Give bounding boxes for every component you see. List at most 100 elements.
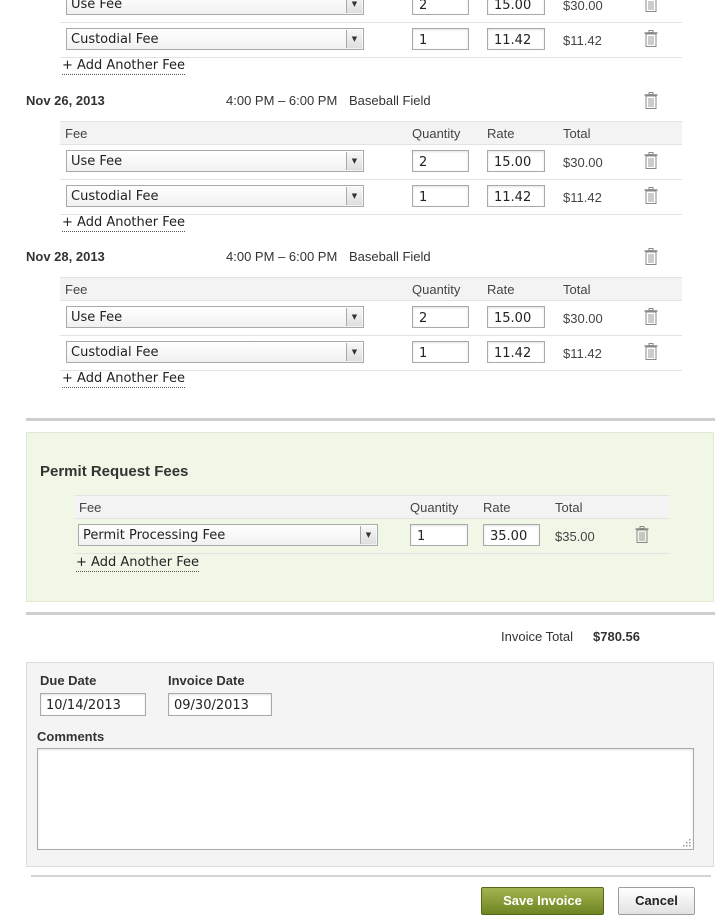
section-divider: [26, 418, 715, 421]
fee-type-select[interactable]: Custodial Fee ▼: [66, 341, 364, 363]
header-fee: Fee: [65, 126, 88, 141]
comments-textarea[interactable]: [37, 748, 694, 850]
add-another-fee-link[interactable]: + Add Another Fee: [62, 215, 185, 232]
chevron-down-icon: ▼: [360, 526, 376, 544]
fee-type-value: Custodial Fee: [71, 189, 159, 204]
quantity-input[interactable]: 2: [412, 150, 469, 172]
invoice-total-value: $780.56: [593, 629, 640, 644]
fee-type-value: Custodial Fee: [71, 345, 159, 360]
quantity-input[interactable]: 1: [410, 524, 468, 546]
fee-row: Use Fee ▼ 2 15.00 $30.00: [60, 145, 682, 180]
trash-icon[interactable]: [644, 308, 658, 325]
invoice-total-label: Invoice Total: [501, 629, 574, 644]
fee-total: $35.00: [555, 529, 595, 544]
fee-row: Custodial Fee ▼ 1 11.42 $11.42: [60, 23, 682, 58]
save-invoice-button[interactable]: Save Invoice: [481, 887, 604, 915]
fee-table-header: Fee Quantity Rate Total: [75, 495, 669, 519]
fee-type-select[interactable]: Permit Processing Fee ▼: [78, 524, 378, 546]
fee-table-header: Fee Quantity Rate Total: [60, 277, 682, 301]
fee-table-booking-3: Fee Quantity Rate Total Use Fee ▼ 2 15.0…: [60, 277, 682, 371]
fee-table-booking-1: Use Fee ▼ 2 15.00 $30.00 Custodial Fee ▼…: [60, 0, 682, 58]
chevron-down-icon: ▼: [346, 0, 362, 13]
fee-total: $30.00: [563, 155, 603, 170]
fee-total: $11.42: [563, 33, 602, 48]
chevron-down-icon: ▼: [346, 343, 362, 361]
fee-total: $30.00: [563, 0, 603, 13]
add-another-fee-link[interactable]: + Add Another Fee: [62, 58, 185, 75]
fee-table-header: Fee Quantity Rate Total: [60, 121, 682, 145]
header-total: Total: [555, 500, 583, 515]
header-quantity: Quantity: [410, 500, 459, 515]
footer-divider: [31, 875, 711, 877]
header-quantity: Quantity: [412, 282, 461, 297]
header-rate: Rate: [487, 126, 515, 141]
quantity-input[interactable]: 1: [412, 28, 469, 50]
fee-row: Permit Processing Fee ▼ 1 35.00 $35.00: [75, 519, 669, 554]
due-date-label: Due Date: [40, 673, 97, 688]
invoice-date-label: Invoice Date: [168, 673, 245, 688]
quantity-input[interactable]: 1: [412, 341, 469, 363]
invoice-date-input[interactable]: 09/30/2013: [168, 693, 272, 716]
trash-icon[interactable]: [635, 526, 649, 543]
header-rate: Rate: [483, 500, 511, 515]
trash-icon[interactable]: [644, 152, 658, 169]
chevron-down-icon: ▼: [346, 187, 362, 205]
add-another-fee-link[interactable]: + Add Another Fee: [76, 555, 199, 572]
trash-icon[interactable]: [644, 187, 658, 204]
header-rate: Rate: [487, 282, 515, 297]
trash-icon[interactable]: [644, 92, 658, 109]
fee-row: Use Fee ▼ 2 15.00 $30.00: [60, 301, 682, 336]
booking-time: 4:00 PM – 6:00 PM: [226, 249, 338, 264]
add-another-fee-link[interactable]: + Add Another Fee: [62, 371, 185, 388]
cancel-button[interactable]: Cancel: [618, 887, 695, 915]
fee-type-value: Use Fee: [71, 310, 123, 325]
fee-type-select[interactable]: Use Fee ▼: [66, 0, 364, 15]
booking-date: Nov 26, 2013: [26, 93, 105, 108]
fee-type-select[interactable]: Custodial Fee ▼: [66, 185, 364, 207]
booking-location: Baseball Field: [349, 93, 431, 108]
fee-type-value: Permit Processing Fee: [83, 528, 226, 543]
chevron-down-icon: ▼: [346, 30, 362, 48]
rate-input[interactable]: 15.00: [487, 0, 545, 15]
rate-input[interactable]: 15.00: [487, 150, 545, 172]
section-divider: [26, 612, 715, 615]
comments-label: Comments: [37, 729, 105, 744]
rate-input[interactable]: 11.42: [487, 28, 545, 50]
resize-grip-icon[interactable]: [681, 837, 691, 847]
trash-icon[interactable]: [644, 30, 658, 47]
header-total: Total: [563, 282, 591, 297]
fee-type-value: Use Fee: [71, 154, 123, 169]
booking-time: 4:00 PM – 6:00 PM: [226, 93, 338, 108]
header-quantity: Quantity: [412, 126, 461, 141]
rate-input[interactable]: 35.00: [483, 524, 540, 546]
quantity-input[interactable]: 2: [412, 306, 469, 328]
quantity-input[interactable]: 2: [412, 0, 469, 15]
permit-fee-table: Fee Quantity Rate Total Permit Processin…: [75, 495, 669, 554]
fee-total: $11.42: [563, 346, 602, 361]
permit-request-fees-panel: Permit Request Fees Fee Quantity Rate To…: [26, 432, 714, 602]
fee-row: Use Fee ▼ 2 15.00 $30.00: [60, 0, 682, 23]
fee-table-booking-2: Fee Quantity Rate Total Use Fee ▼ 2 15.0…: [60, 121, 682, 215]
chevron-down-icon: ▼: [346, 152, 362, 170]
trash-icon[interactable]: [644, 248, 658, 265]
header-fee: Fee: [79, 500, 102, 515]
invoice-details-panel: Due Date 10/14/2013 Invoice Date 09/30/2…: [26, 662, 714, 867]
fee-row: Custodial Fee ▼ 1 11.42 $11.42: [60, 180, 682, 215]
rate-input[interactable]: 11.42: [487, 341, 545, 363]
fee-type-value: Custodial Fee: [71, 32, 159, 47]
fee-total: $30.00: [563, 311, 603, 326]
fee-type-select[interactable]: Use Fee ▼: [66, 306, 364, 328]
fee-type-select[interactable]: Custodial Fee ▼: [66, 28, 364, 50]
rate-input[interactable]: 15.00: [487, 306, 545, 328]
booking-date: Nov 28, 2013: [26, 249, 105, 264]
trash-icon[interactable]: [644, 0, 658, 12]
due-date-input[interactable]: 10/14/2013: [40, 693, 146, 716]
fee-type-select[interactable]: Use Fee ▼: [66, 150, 364, 172]
header-total: Total: [563, 126, 591, 141]
fee-type-value: Use Fee: [71, 0, 123, 12]
quantity-input[interactable]: 1: [412, 185, 469, 207]
trash-icon[interactable]: [644, 343, 658, 360]
header-fee: Fee: [65, 282, 88, 297]
chevron-down-icon: ▼: [346, 308, 362, 326]
rate-input[interactable]: 11.42: [487, 185, 545, 207]
